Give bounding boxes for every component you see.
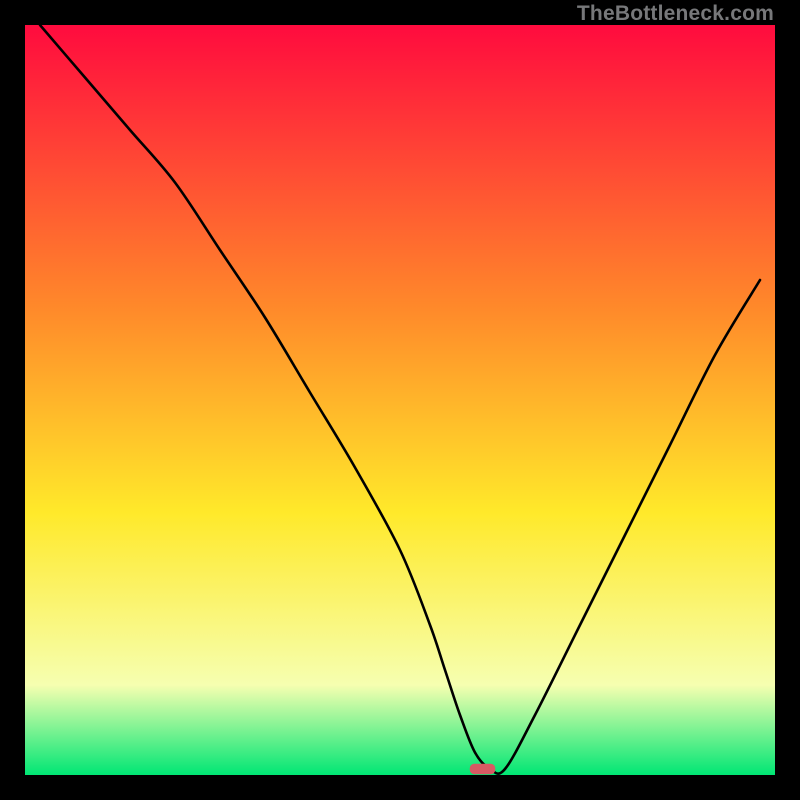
watermark-label: TheBottleneck.com xyxy=(577,2,774,26)
optimal-marker xyxy=(470,764,496,775)
bottleneck-chart xyxy=(25,25,775,775)
chart-frame: TheBottleneck.com xyxy=(0,0,800,800)
